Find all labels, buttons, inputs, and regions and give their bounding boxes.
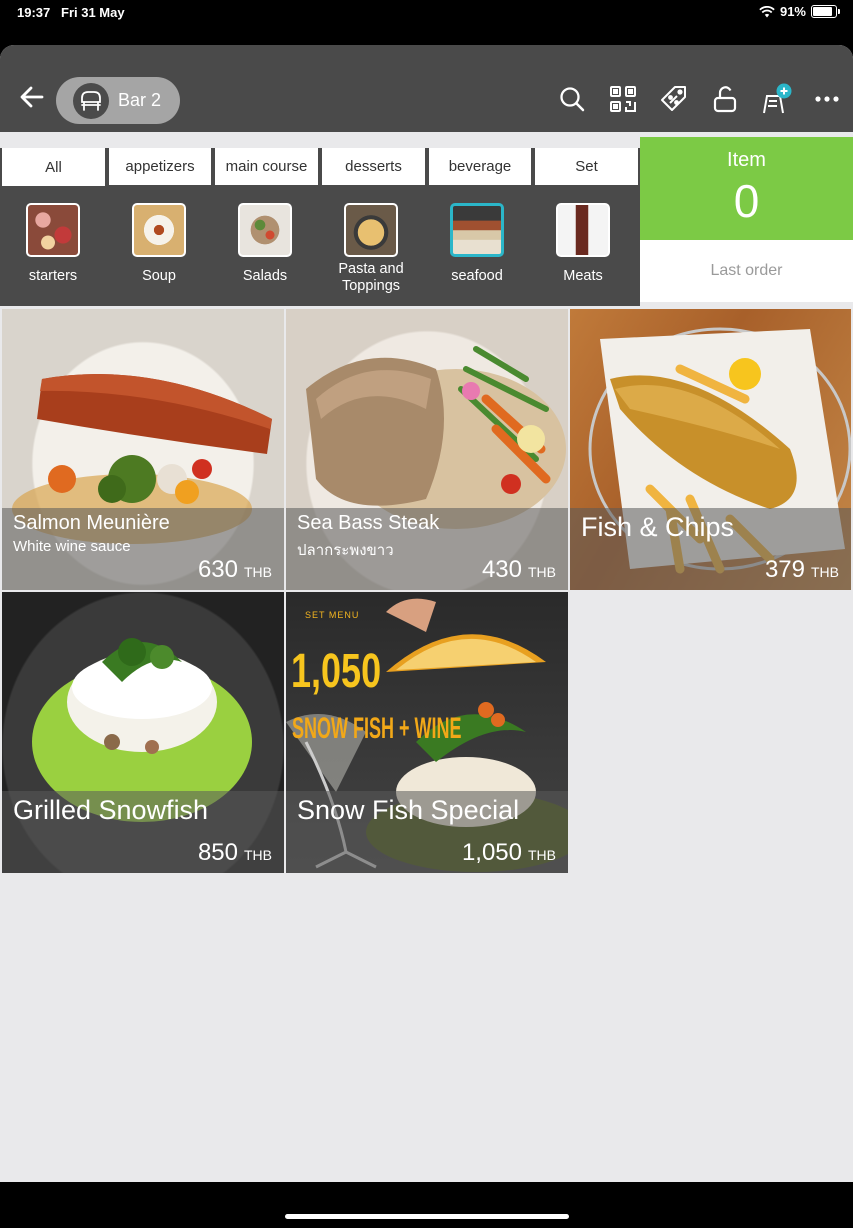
category-seafood[interactable]: seafood: [424, 186, 530, 306]
status-right: 91%: [759, 4, 840, 19]
set-menu-tag: SET MENU: [305, 610, 360, 620]
category-label: Meats: [563, 268, 603, 284]
category-salads[interactable]: Salads: [212, 186, 318, 306]
more-icon[interactable]: [811, 83, 843, 115]
category-label: seafood: [451, 268, 503, 284]
status-date: Fri 31 May: [61, 5, 125, 20]
category-starters[interactable]: starters: [0, 186, 106, 306]
table-icon: [73, 82, 109, 119]
status-bar: 19:37 Fri 31 May 91%: [0, 0, 853, 44]
menu-item-card[interactable]: SET MENU 1,050 SNOW FISH + WINE Snow Fis…: [286, 592, 568, 873]
category-soup[interactable]: Soup: [106, 186, 212, 306]
unlock-icon[interactable]: [709, 83, 741, 115]
app-window: Bar 2 All appetizers main course dessert…: [0, 45, 853, 1182]
battery-icon: [811, 5, 840, 18]
item-label: Item: [727, 149, 766, 171]
menu-item-title: Salmon Meunière: [13, 512, 170, 534]
tab-all[interactable]: All: [2, 148, 105, 186]
search-icon[interactable]: [556, 83, 588, 115]
menu-item-title: Fish & Chips: [581, 512, 735, 542]
menu-item-price: 850 THB: [197, 839, 272, 866]
tab-set[interactable]: Set: [535, 148, 638, 185]
category-label: Soup: [142, 268, 176, 284]
item-count: 0: [733, 175, 760, 227]
order-summary-panel[interactable]: Item 0 Last order: [640, 137, 853, 302]
tab-appetizers[interactable]: appetizers: [109, 148, 211, 185]
home-indicator[interactable]: [285, 1214, 569, 1219]
menu-item-card[interactable]: Grilled Snowfish 850 THB: [2, 592, 284, 873]
tab-main-course[interactable]: main course: [215, 148, 318, 185]
table-name: Bar 2: [118, 90, 162, 110]
menu-tabs: All appetizers main course desserts beve…: [0, 148, 640, 186]
menu-item-title: Grilled Snowfish: [13, 795, 209, 825]
promo-art: SET MENU 1,050 SNOW FISH + WINE: [286, 592, 568, 792]
menu-item-price: 630 THB: [197, 556, 272, 583]
back-button[interactable]: [18, 83, 48, 117]
menu-item-price: 430 THB: [481, 556, 556, 583]
menu-item-card[interactable]: Salmon Meunière White wine sauce 630 THB: [2, 309, 284, 590]
tab-beverage[interactable]: beverage: [429, 148, 531, 185]
menu-item-subtitle: White wine sauce: [13, 538, 131, 555]
menu-item-price: 1,050 THB: [461, 839, 556, 866]
soup-thumbnail: [132, 203, 186, 257]
pasta-thumbnail: [344, 203, 398, 257]
menu-item-title: Snow Fish Special: [297, 795, 520, 825]
category-pasta[interactable]: Pasta and Toppings: [318, 186, 424, 306]
menu-item-card[interactable]: Fish & Chips 379 THB: [570, 309, 851, 590]
promo-text: SNOW FISH + WINE: [292, 712, 462, 745]
promo-price: 1,050: [291, 645, 382, 698]
discount-tag-icon[interactable]: [658, 83, 690, 115]
wifi-icon: [759, 5, 775, 17]
menu-item-title: Sea Bass Steak: [297, 512, 440, 534]
category-meats[interactable]: Meats: [530, 186, 636, 306]
meats-thumbnail: [556, 203, 610, 257]
back-arrow-icon: [20, 86, 44, 108]
seafood-thumbnail: [450, 203, 504, 257]
category-label: Salads: [242, 268, 288, 284]
category-label: starters: [28, 268, 78, 284]
menu-item-subtitle: ปลากระพงขาว: [297, 542, 394, 559]
subcategory-bar: starters Soup Salads Pasta and Toppings …: [0, 186, 640, 306]
qr-code-icon[interactable]: [607, 83, 639, 115]
salads-thumbnail: [238, 203, 292, 257]
add-order-icon[interactable]: [760, 83, 792, 115]
category-label: Pasta and Toppings: [338, 261, 404, 294]
table-selector[interactable]: Bar 2: [56, 77, 180, 124]
tab-desserts[interactable]: desserts: [322, 148, 425, 185]
menu-item-card[interactable]: Sea Bass Steak ปลากระพงขาว 430 THB: [286, 309, 568, 590]
last-order-button[interactable]: Last order: [640, 240, 853, 280]
battery-percent: 91%: [779, 4, 806, 19]
item-count-box: Item 0: [640, 137, 853, 240]
starters-thumbnail: [26, 203, 80, 257]
top-bar: Bar 2: [0, 45, 853, 132]
status-time: 19:37: [17, 5, 51, 20]
menu-item-price: 379 THB: [764, 556, 839, 583]
